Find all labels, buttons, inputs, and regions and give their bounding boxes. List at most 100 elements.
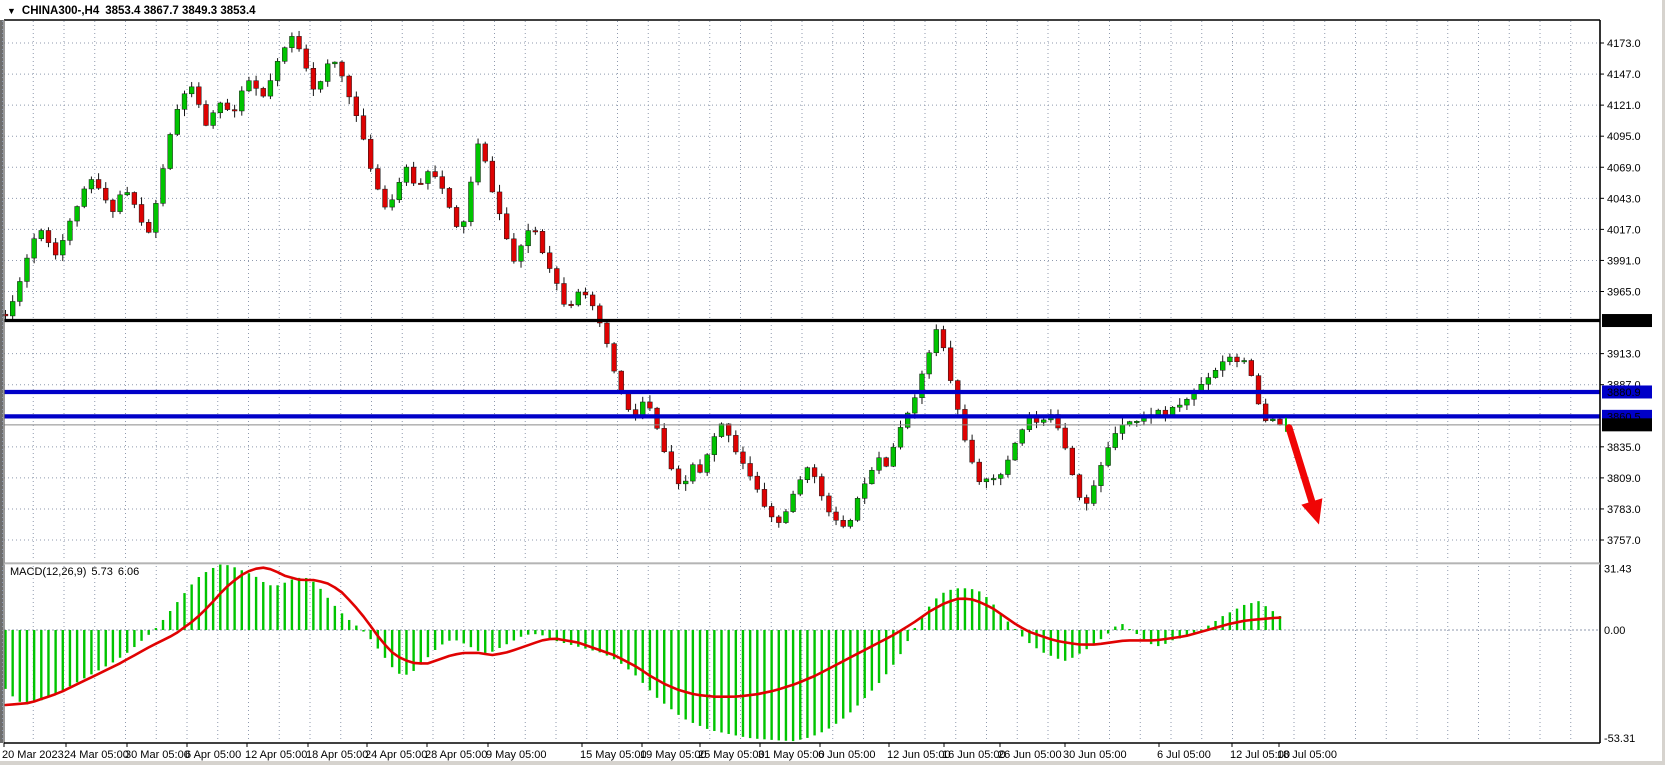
macd-histogram-bar bbox=[491, 630, 493, 652]
candle-body bbox=[977, 462, 982, 482]
candle-body bbox=[920, 374, 925, 398]
candle-body bbox=[161, 169, 166, 204]
candle-body bbox=[605, 323, 610, 344]
candle-body bbox=[1220, 362, 1225, 371]
macd-histogram-bar bbox=[971, 589, 973, 630]
candle-body bbox=[375, 169, 380, 190]
candle-body bbox=[991, 478, 996, 479]
macd-histogram-bar bbox=[126, 630, 128, 653]
candle-body bbox=[533, 231, 538, 232]
macd-histogram-bar bbox=[541, 630, 543, 635]
mt4-chart-window: ▼ CHINA300-,H4 3853.4 3867.7 3849.3 3853… bbox=[0, 0, 1665, 765]
macd-histogram-bar bbox=[1272, 611, 1274, 630]
time-axis-label: 19 May 05:00 bbox=[640, 749, 707, 761]
macd-histogram-bar bbox=[441, 630, 443, 644]
macd-histogram-bar bbox=[47, 630, 49, 697]
macd-histogram-bar bbox=[670, 630, 672, 709]
macd-histogram-bar bbox=[742, 630, 744, 737]
macd-histogram-bar bbox=[527, 630, 529, 635]
candle-body bbox=[60, 240, 65, 255]
price-axis-label: 3757.0 bbox=[1607, 535, 1641, 547]
candle-body bbox=[368, 139, 373, 168]
candle-body bbox=[526, 231, 531, 246]
macd-histogram-bar bbox=[942, 593, 944, 630]
price-tag-label: 3853.4 bbox=[1607, 420, 1641, 432]
candle-body bbox=[698, 465, 703, 473]
price-tag-label: 3880.9 bbox=[1607, 387, 1641, 399]
macd-histogram-bar bbox=[33, 630, 35, 703]
candle-body bbox=[1106, 448, 1111, 466]
macd-histogram-bar bbox=[405, 630, 407, 675]
candle-body bbox=[805, 468, 810, 480]
candle-body bbox=[927, 353, 932, 374]
candle-body bbox=[1235, 357, 1240, 362]
candle-body bbox=[196, 87, 201, 105]
price-axis-label: 4095.0 bbox=[1607, 131, 1641, 143]
macd-histogram-bar bbox=[978, 591, 980, 630]
macd-histogram-bar bbox=[656, 630, 658, 698]
candle-body bbox=[547, 253, 552, 269]
candle-body bbox=[433, 172, 438, 177]
time-axis-label: 9 May 05:00 bbox=[486, 749, 547, 761]
macd-histogram-bar bbox=[477, 630, 479, 651]
candle-body bbox=[397, 182, 402, 199]
candle-body bbox=[984, 479, 989, 482]
macd-histogram-bar bbox=[1157, 630, 1159, 646]
macd-histogram-bar bbox=[369, 630, 371, 639]
time-axis-label: 30 Mar 05:00 bbox=[125, 749, 190, 761]
macd-histogram-bar bbox=[1057, 630, 1059, 659]
price-axis-label: 4043.0 bbox=[1607, 193, 1641, 205]
candle-body bbox=[469, 182, 474, 222]
candle-body bbox=[426, 172, 431, 184]
time-axis-label: 25 May 05:00 bbox=[698, 749, 765, 761]
candle-body bbox=[1013, 443, 1018, 460]
macd-histogram-bar bbox=[1085, 630, 1087, 649]
candle-body bbox=[232, 110, 237, 111]
candle-body bbox=[941, 330, 946, 348]
candle-body bbox=[812, 468, 817, 477]
macd-histogram-bar bbox=[1000, 614, 1002, 630]
candle-body bbox=[1099, 465, 1104, 485]
macd-histogram-bar bbox=[878, 630, 880, 683]
candle-body bbox=[741, 452, 746, 464]
macd-histogram-bar bbox=[334, 606, 336, 630]
time-axis-label: 24 Mar 05:00 bbox=[64, 749, 129, 761]
candle-body bbox=[125, 192, 130, 194]
macd-histogram-bar bbox=[649, 630, 651, 690]
candle-body bbox=[254, 81, 259, 89]
candle-body bbox=[1185, 399, 1190, 405]
price-axis-label: 3809.0 bbox=[1607, 473, 1641, 485]
macd-histogram-bar bbox=[1229, 612, 1231, 630]
candle-body bbox=[955, 381, 960, 410]
macd-histogram-bar bbox=[663, 630, 665, 704]
ohlc-values: 3853.4 3867.7 3849.3 3853.4 bbox=[105, 5, 255, 17]
macd-histogram-bar bbox=[906, 630, 908, 641]
macd-histogram-bar bbox=[949, 590, 951, 630]
candle-body bbox=[848, 520, 853, 526]
symbol-dropdown-icon[interactable]: ▼ bbox=[7, 6, 16, 16]
time-axis-label: 31 May 05:00 bbox=[758, 749, 825, 761]
candle-body bbox=[612, 344, 617, 371]
macd-histogram-bar bbox=[1257, 601, 1259, 630]
time-axis-label: 16 Jun 05:00 bbox=[942, 749, 1006, 761]
macd-histogram-bar bbox=[391, 630, 393, 667]
candle-body bbox=[268, 81, 273, 97]
macd-histogram-bar bbox=[1043, 630, 1045, 653]
macd-histogram-bar bbox=[148, 630, 150, 635]
chart-canvas[interactable]: 4173.04147.04121.04095.04069.04043.04017… bbox=[0, 0, 1665, 765]
candle-body bbox=[590, 295, 595, 306]
candle-body bbox=[1177, 405, 1182, 407]
candle-body bbox=[891, 447, 896, 466]
macd-histogram-bar bbox=[1250, 603, 1252, 630]
candle-body bbox=[418, 183, 423, 184]
macd-histogram-bar bbox=[513, 630, 515, 640]
candle-body bbox=[1113, 433, 1118, 447]
candle-body bbox=[1206, 378, 1211, 385]
time-axis-label: 6 Apr 05:00 bbox=[185, 749, 241, 761]
candle-body bbox=[261, 88, 266, 96]
candle-body bbox=[139, 204, 144, 222]
candle-body bbox=[168, 134, 173, 168]
candle-body bbox=[1041, 420, 1046, 423]
macd-histogram-bar bbox=[1007, 622, 1009, 630]
candle-body bbox=[490, 161, 495, 192]
